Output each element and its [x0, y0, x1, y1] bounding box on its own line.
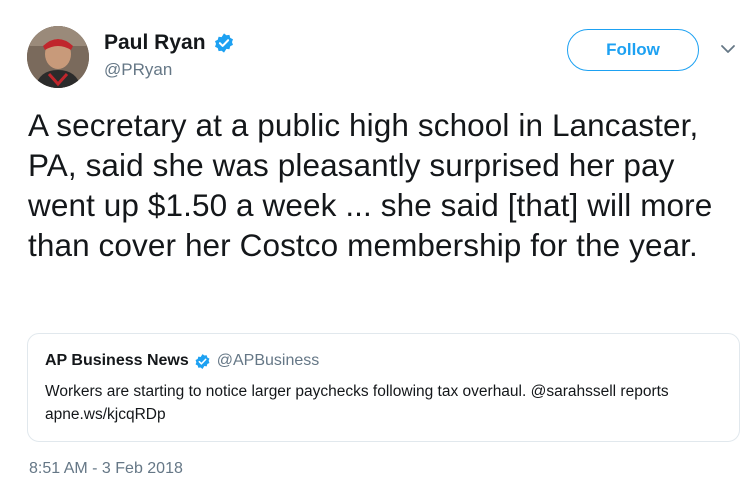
- quoted-author-handle: @APBusiness: [216, 352, 320, 369]
- verified-badge-icon: [194, 353, 211, 370]
- author-handle[interactable]: @PRyan: [104, 60, 172, 80]
- author-name-row: Paul Ryan: [104, 31, 235, 55]
- avatar[interactable]: [27, 26, 89, 88]
- tweet-text: A secretary at a public high school in L…: [28, 107, 713, 263]
- quoted-tweet-card[interactable]: AP Business News @APBusiness Workers are…: [27, 333, 740, 442]
- quoted-tweet-header: AP Business News @APBusiness: [45, 352, 319, 370]
- follow-button[interactable]: Follow: [567, 29, 699, 71]
- tweet-timestamp[interactable]: 8:51 AM - 3 Feb 2018: [29, 460, 183, 478]
- author-name[interactable]: Paul Ryan: [104, 31, 206, 55]
- verified-badge-icon: [213, 32, 235, 54]
- avatar-photo: [27, 26, 89, 88]
- quoted-tweet-text: Workers are starting to notice larger pa…: [45, 383, 669, 423]
- chevron-down-icon[interactable]: [719, 40, 737, 58]
- quoted-author-name: AP Business News: [45, 352, 189, 369]
